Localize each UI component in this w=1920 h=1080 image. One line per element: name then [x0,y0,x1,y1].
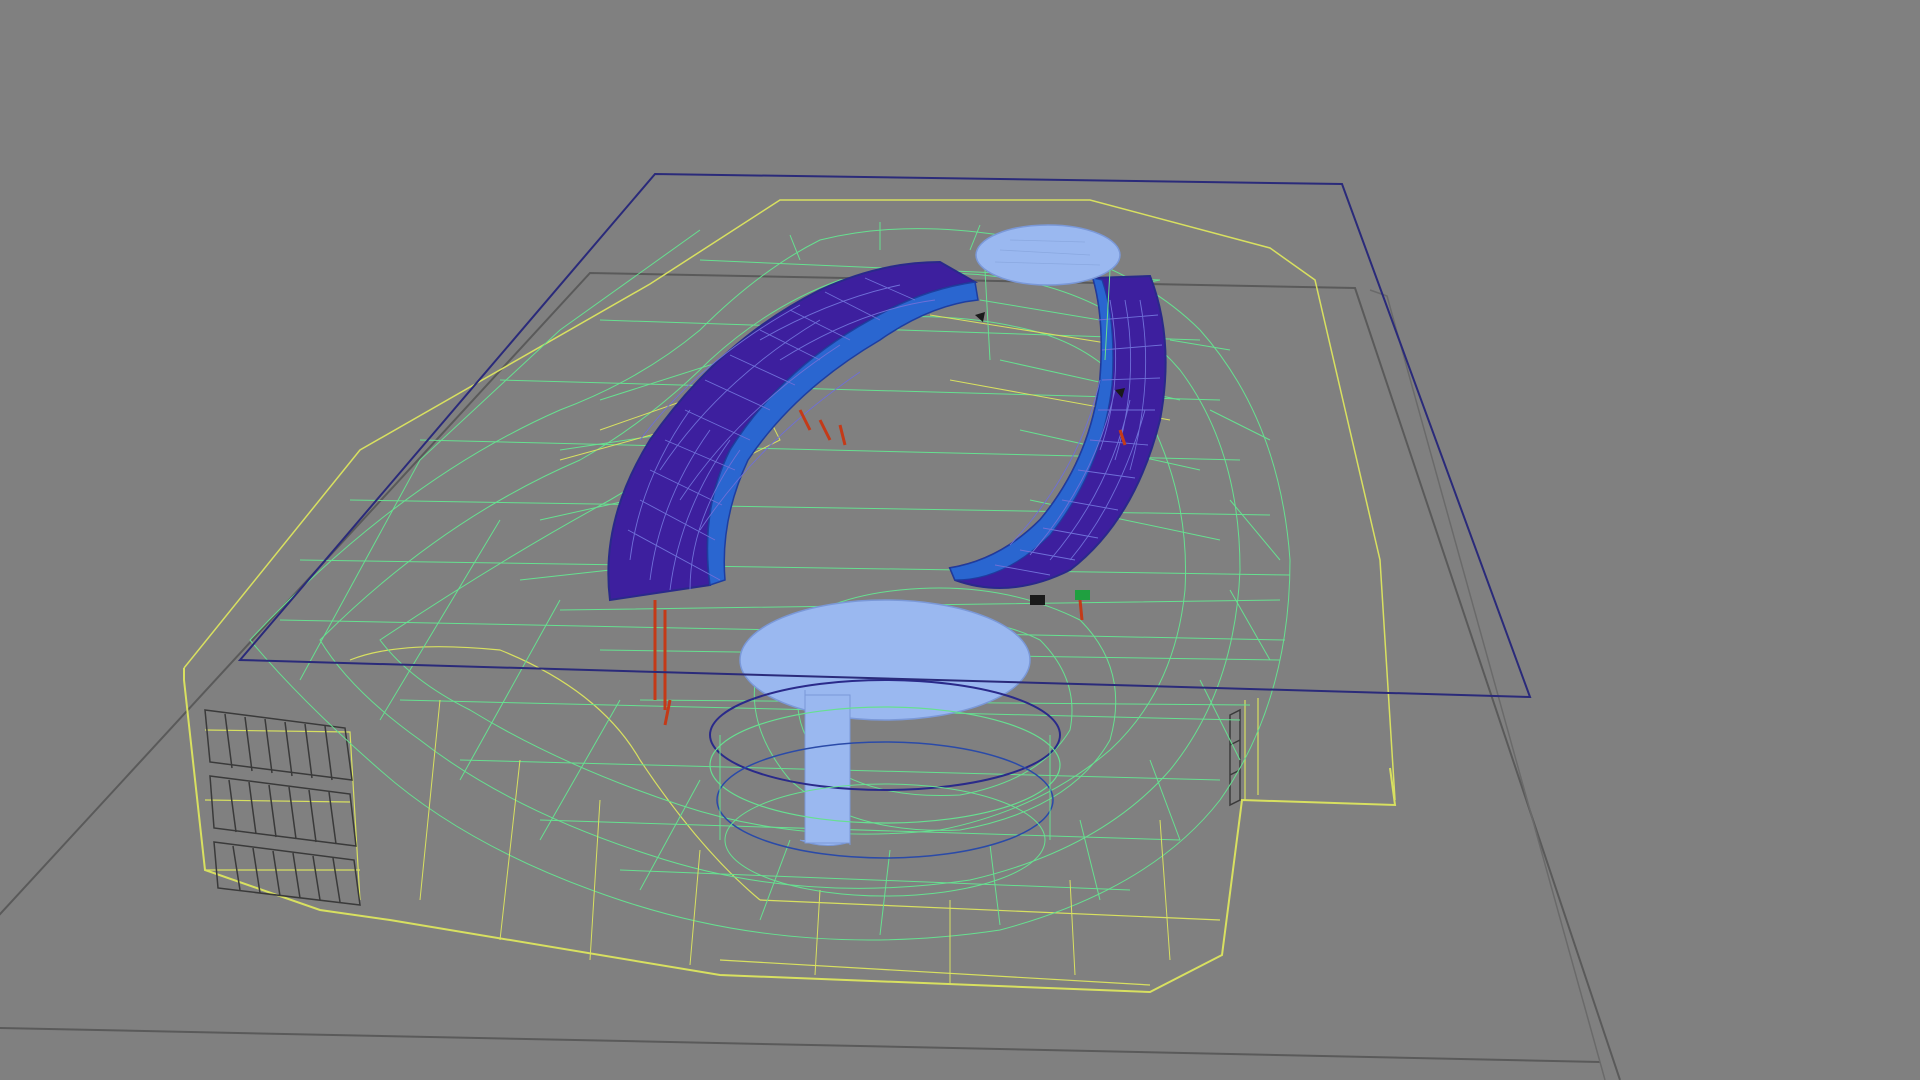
right-curved-roof [948,274,1167,589]
3d-viewport[interactable] [0,0,1920,1080]
wireframe-scene[interactable] [0,0,1920,1080]
lower-rotunda [709,599,1061,897]
ground-plane-front-edge [0,1027,1601,1063]
facade-glazing-grid [204,708,1241,906]
left-curved-roof [607,260,979,602]
